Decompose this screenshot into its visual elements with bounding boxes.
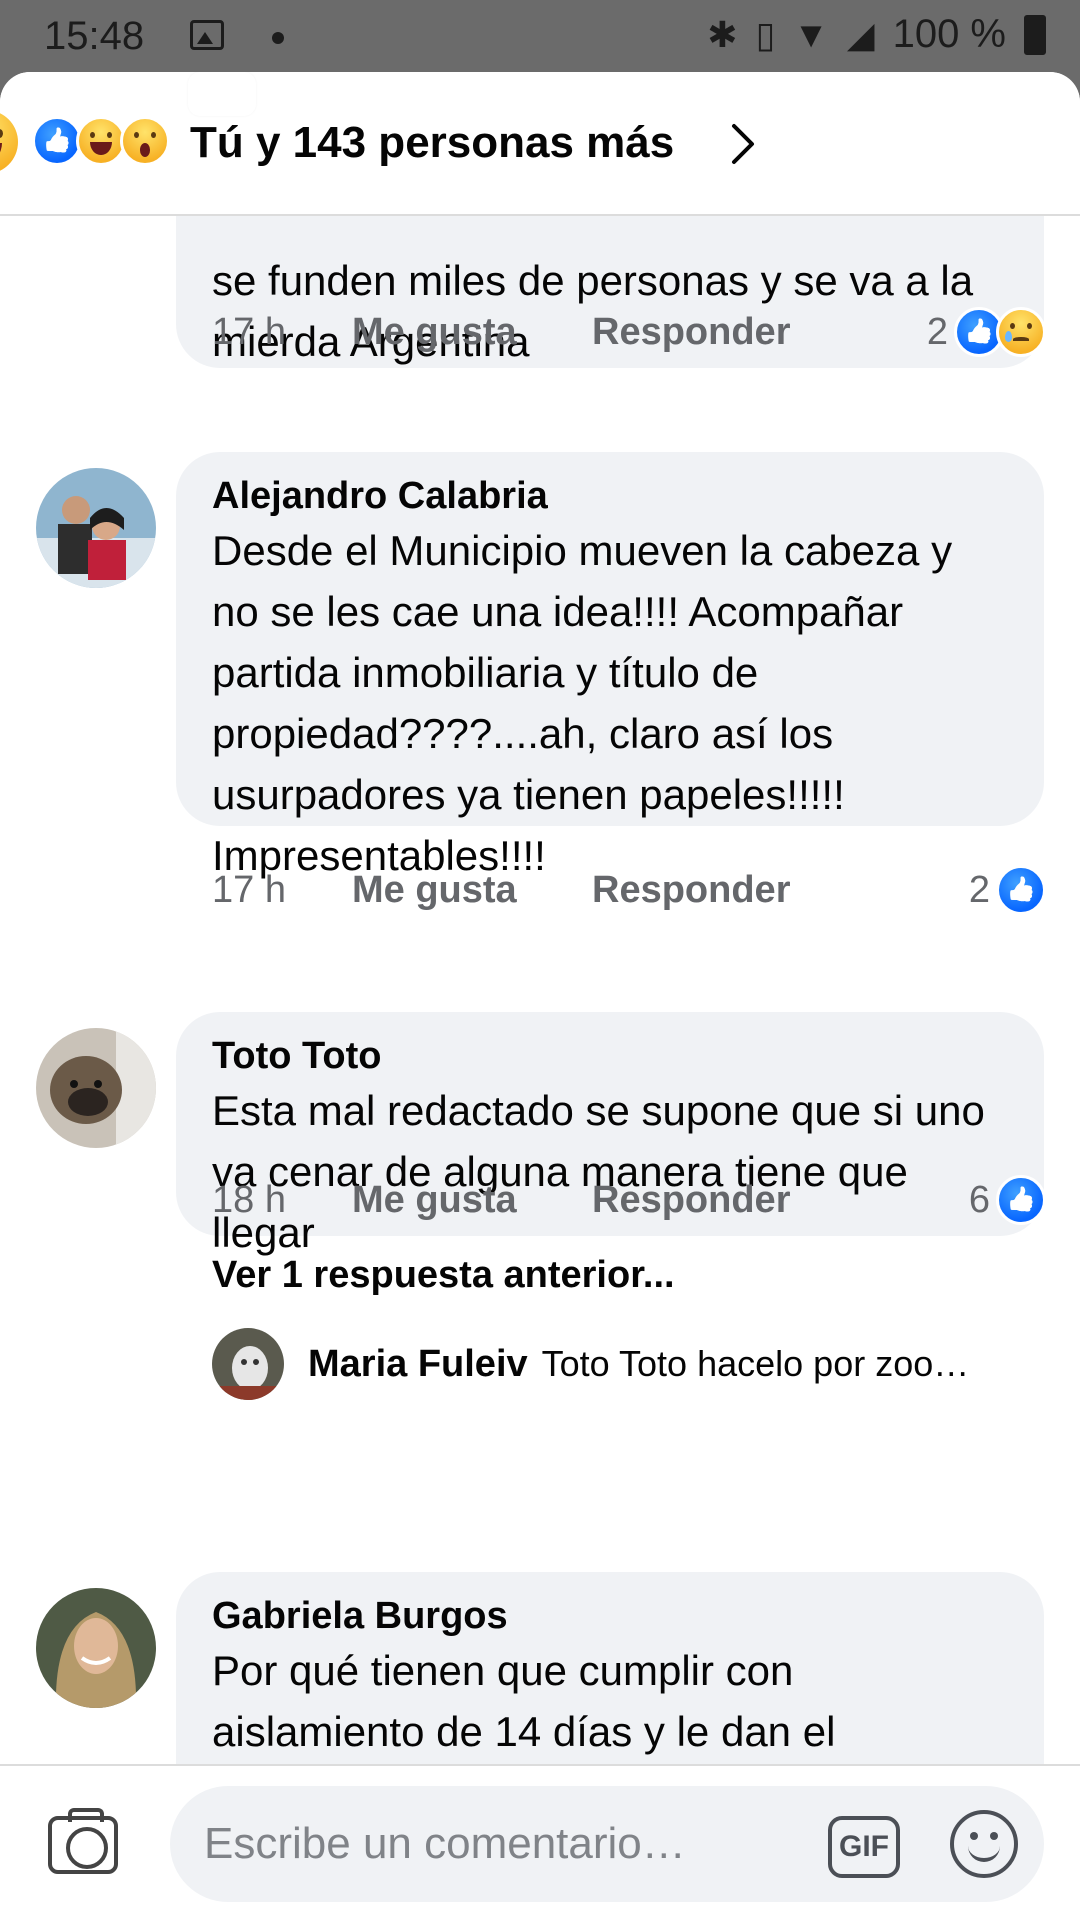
reply-button[interactable]: Responder bbox=[592, 869, 790, 912]
reaction-count: 2 bbox=[926, 310, 948, 353]
avatar[interactable] bbox=[36, 1588, 156, 1708]
drag-handle[interactable] bbox=[188, 72, 256, 116]
reaction-summary-text[interactable]: Tú y 143 personas más bbox=[190, 118, 674, 168]
reaction-count: 2 bbox=[968, 868, 990, 911]
reaction-summary-icons bbox=[32, 116, 170, 166]
reply-avatar-image bbox=[212, 1328, 284, 1400]
comment-actions: 17 h Me gusta Responder bbox=[212, 302, 790, 362]
comment-author[interactable]: Toto Toto bbox=[212, 1032, 1008, 1080]
haha-icon[interactable] bbox=[0, 110, 18, 174]
comment-text: Desde el Municipio mueven la cabeza y no… bbox=[212, 527, 953, 879]
comment-input[interactable] bbox=[170, 1786, 1044, 1902]
avatar[interactable] bbox=[36, 1028, 156, 1148]
chevron-right-icon[interactable] bbox=[728, 122, 758, 166]
status-bar: 15:48 ✱ ▯ ▼ ◢ 100 % bbox=[0, 0, 1080, 74]
comments-sheet: Tú y 143 personas más se funden miles de… bbox=[0, 72, 1080, 1920]
reactions-header[interactable]: Tú y 143 personas más bbox=[0, 72, 1080, 216]
like-button[interactable]: Me gusta bbox=[352, 311, 592, 354]
comment-text: Por qué tienen que cumplir con aislamien… bbox=[212, 1647, 836, 1755]
vibrate-icon: ▯ bbox=[755, 13, 776, 55]
reply-preview[interactable]: Maria Fuleiv Toto Toto hacelo por zoo… bbox=[212, 1328, 969, 1400]
battery-percent: 100 % bbox=[892, 12, 1006, 56]
notification-dot-icon bbox=[272, 32, 284, 44]
comment-author[interactable]: Gabriela Burgos bbox=[212, 1592, 1008, 1640]
avatar-image bbox=[36, 1028, 156, 1148]
reply-avatar[interactable] bbox=[212, 1328, 284, 1400]
comment-time[interactable]: 18 h bbox=[212, 1179, 352, 1222]
battery-icon bbox=[1024, 14, 1046, 55]
comment-reactions[interactable]: 2 bbox=[969, 860, 1046, 920]
comment-reactions[interactable]: 2 bbox=[927, 302, 1046, 362]
status-right: ✱ ▯ ▼ ◢ 100 % bbox=[707, 12, 1046, 57]
like-icon bbox=[996, 1175, 1046, 1225]
camera-icon[interactable] bbox=[48, 1808, 118, 1874]
like-icon bbox=[996, 865, 1046, 915]
comment-actions: 17 h Me gusta Responder bbox=[212, 860, 790, 920]
reply-button[interactable]: Responder bbox=[592, 311, 790, 354]
see-previous-replies-link[interactable]: Ver 1 respuesta anterior... bbox=[212, 1254, 675, 1297]
like-button[interactable]: Me gusta bbox=[352, 869, 592, 912]
like-button[interactable]: Me gusta bbox=[352, 1179, 592, 1222]
comment-reactions[interactable]: 6 bbox=[969, 1170, 1046, 1230]
sad-icon bbox=[996, 307, 1046, 357]
wow-icon bbox=[120, 116, 170, 166]
avatar-image bbox=[36, 1588, 156, 1708]
comment-author[interactable]: Alejandro Calabria bbox=[212, 472, 1008, 520]
comment-composer: GIF bbox=[0, 1764, 1080, 1920]
comment-time[interactable]: 17 h bbox=[212, 311, 352, 354]
gif-button[interactable]: GIF bbox=[828, 1816, 900, 1878]
comment-bubble[interactable]: Alejandro Calabria Desde el Municipio mu… bbox=[176, 452, 1044, 879]
like-icon bbox=[32, 116, 82, 166]
comment-time[interactable]: 17 h bbox=[212, 869, 352, 912]
avatar-image bbox=[36, 468, 156, 588]
reply-text: Toto Toto hacelo por zoo… bbox=[541, 1343, 970, 1384]
comment-actions: 18 h Me gusta Responder bbox=[212, 1170, 790, 1230]
wifi-icon: ▼ bbox=[793, 13, 829, 55]
avatar[interactable] bbox=[36, 468, 156, 588]
image-notification-icon bbox=[190, 20, 224, 50]
reply-button[interactable]: Responder bbox=[592, 1179, 790, 1222]
reaction-count: 6 bbox=[968, 1178, 990, 1221]
signal-icon: ◢ bbox=[846, 13, 875, 55]
reply-author[interactable]: Maria Fuleiv bbox=[308, 1343, 528, 1386]
emoji-icon[interactable] bbox=[950, 1810, 1018, 1878]
bluetooth-icon: ✱ bbox=[707, 13, 738, 55]
haha-icon bbox=[76, 116, 126, 166]
status-time: 15:48 bbox=[44, 14, 145, 58]
